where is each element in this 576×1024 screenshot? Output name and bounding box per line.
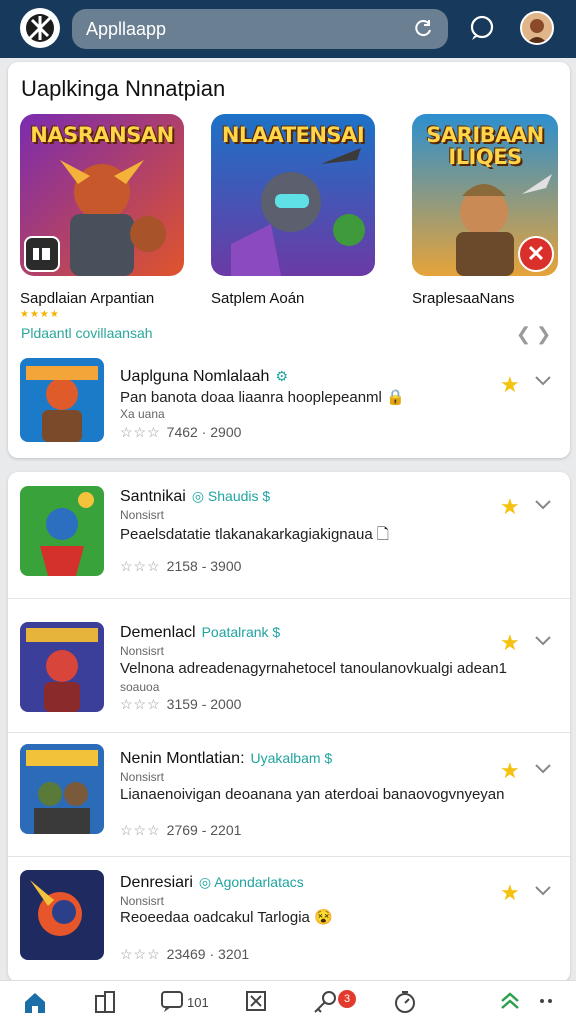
chevron-down-icon[interactable] <box>534 884 552 902</box>
divider <box>8 856 570 857</box>
app-description: Pan banota doaa liaanra hooplepeanml 🔒 <box>120 389 405 406</box>
app-meta: ☆☆☆ 2158 - 3900 <box>120 558 242 574</box>
app-list: Santnikai ◎ Shaudis $ Nonsisrt Peaelsdata… <box>8 472 570 982</box>
app-subline: Nonsisrt <box>120 770 165 784</box>
app-name: Demenlacl Poatalrank $ <box>120 624 281 641</box>
featured-tile[interactable]: NLAATENSAI <box>211 114 375 276</box>
library-icon[interactable] <box>92 989 118 1020</box>
app-icon <box>20 744 104 834</box>
app-subline: Nonsisrt <box>120 894 165 908</box>
carousel-arrows-icon[interactable]: ❮ ❯ <box>516 324 551 345</box>
chat-count: 101 <box>187 995 209 1010</box>
notification-badge: 3 <box>338 990 356 1008</box>
app-description: Reoeedaa oadcakul Tarlogia 😵 <box>120 909 333 926</box>
featured-tile[interactable]: NASRANSAN <box>20 114 184 276</box>
rating-stars: ☆☆☆ <box>120 696 161 712</box>
app-meta: ☆☆☆ 2769 - 2201 <box>120 822 242 838</box>
close-icon[interactable]: ✕ <box>518 236 554 272</box>
up-icon[interactable] <box>498 989 522 1018</box>
bottom-nav: 101 3 <box>0 980 576 1024</box>
chat-icon[interactable] <box>468 14 496 47</box>
tile-name[interactable]: SraplesaaNans <box>412 290 515 307</box>
search-bar[interactable]: Appllaapp <box>72 9 448 49</box>
rating-stars: ☆☆☆ <box>120 946 161 962</box>
tile-art-title: NLAATENSAI <box>221 123 365 147</box>
app-description: Velnona adreadenagyrnahetocel tanoulanov… <box>120 660 507 677</box>
tile-name[interactable]: Sapdlaian Arpantian <box>20 290 154 307</box>
chat-icon[interactable] <box>160 989 184 1018</box>
rating-stars: ☆☆☆ <box>120 558 161 574</box>
app-subline: Xa uana <box>120 407 165 421</box>
tile-art-title: NASRANSAN <box>30 123 174 147</box>
search-input[interactable]: Appllaapp <box>86 19 166 40</box>
section-title: Uaplkinga Nnnatpian <box>21 76 226 101</box>
rating-stars: ☆☆☆ <box>120 822 161 838</box>
app-icon <box>20 622 104 712</box>
chevron-down-icon[interactable] <box>534 498 552 516</box>
home-icon[interactable] <box>22 989 48 1020</box>
favorite-star-icon[interactable]: ★ <box>500 880 520 906</box>
favorite-star-icon[interactable]: ★ <box>500 630 520 656</box>
list-item[interactable]: Denresiari ◎ Agondarlatacs Nonsisrt Reoee… <box>8 870 570 986</box>
developer-badge: ⚙ <box>275 368 288 384</box>
favorite-star-icon[interactable]: ★ <box>500 758 520 784</box>
chevron-down-icon[interactable] <box>534 762 552 780</box>
tile-name[interactable]: Satplem Aoán <box>211 290 304 307</box>
app-name: Denresiari ◎ Agondarlatacs <box>120 874 304 891</box>
tile-art-title: SARIBAAN ILIQES <box>426 123 544 170</box>
app-subline: soauoa <box>120 680 160 694</box>
divider <box>8 732 570 733</box>
app-icon <box>20 870 104 960</box>
app-description: Peaelsdatatie tlakanakarkagiakignaua 🗋 <box>120 526 389 543</box>
app-meta: ☆☆☆ 3159 - 2000 <box>120 696 242 712</box>
app-meta: ☆☆☆ 7462 · 2900 <box>120 424 242 440</box>
rating-stars: ☆☆☆ <box>120 424 161 440</box>
divider <box>8 598 570 599</box>
list-item[interactable]: Demenlacl Poatalrank $ Nonsisrt Velnona a… <box>8 622 570 738</box>
see-all-link[interactable]: Pldaantl covillaansah <box>21 325 153 341</box>
app-subline: Nonsisrt <box>120 508 165 522</box>
chevron-down-icon[interactable] <box>534 634 552 652</box>
key-icon[interactable] <box>312 989 338 1020</box>
developer-badge: Poatalrank $ <box>201 624 281 640</box>
app-name: Nenin Montlatian: Uyakalbam $ <box>120 750 333 767</box>
developer-badge: ◎ Agondarlatacs <box>198 874 304 890</box>
developer-badge: ◎ Shaudis $ <box>191 488 271 504</box>
developer-badge: Uyakalbam $ <box>250 750 333 766</box>
avatar[interactable] <box>520 11 554 45</box>
app-description: Lianaenoivigan deoanana yan aterdoai ban… <box>120 786 505 803</box>
list-item[interactable]: Nenin Montlatian: Uyakalbam $ Nonsisrt Li… <box>8 744 570 860</box>
crop-icon[interactable] <box>244 989 268 1018</box>
chevron-down-icon[interactable] <box>534 374 552 392</box>
app-icon <box>20 358 104 442</box>
list-item[interactable]: Santnikai ◎ Shaudis $ Nonsisrt Peaelsdata… <box>8 486 570 602</box>
timer-icon[interactable] <box>392 989 418 1020</box>
app-subline: Nonsisrt <box>120 644 165 658</box>
more-icon[interactable] <box>538 993 554 1011</box>
list-item[interactable]: Uaplguna Nomlalaah ⚙ Pan banota doaa liaa… <box>8 358 570 474</box>
favorite-star-icon[interactable]: ★ <box>500 372 520 398</box>
app-name: Santnikai ◎ Shaudis $ <box>120 488 271 505</box>
top-bar: Appllaapp <box>0 0 576 58</box>
refresh-icon[interactable] <box>414 18 434 43</box>
app-meta: ☆☆☆ 23469 · 3201 <box>120 946 250 962</box>
app-name: Uaplguna Nomlalaah ⚙ <box>120 368 288 385</box>
app-icon <box>20 486 104 576</box>
featured-section: Uaplkinga Nnnatpian NASRANSAN NLAATENSAI <box>8 62 570 458</box>
gamepad-icon <box>24 236 60 272</box>
rating-stars: ★★★★ <box>20 309 60 320</box>
featured-tile[interactable]: SARIBAAN ILIQES ✕ <box>412 114 558 276</box>
logo-icon[interactable] <box>20 8 60 48</box>
favorite-star-icon[interactable]: ★ <box>500 494 520 520</box>
